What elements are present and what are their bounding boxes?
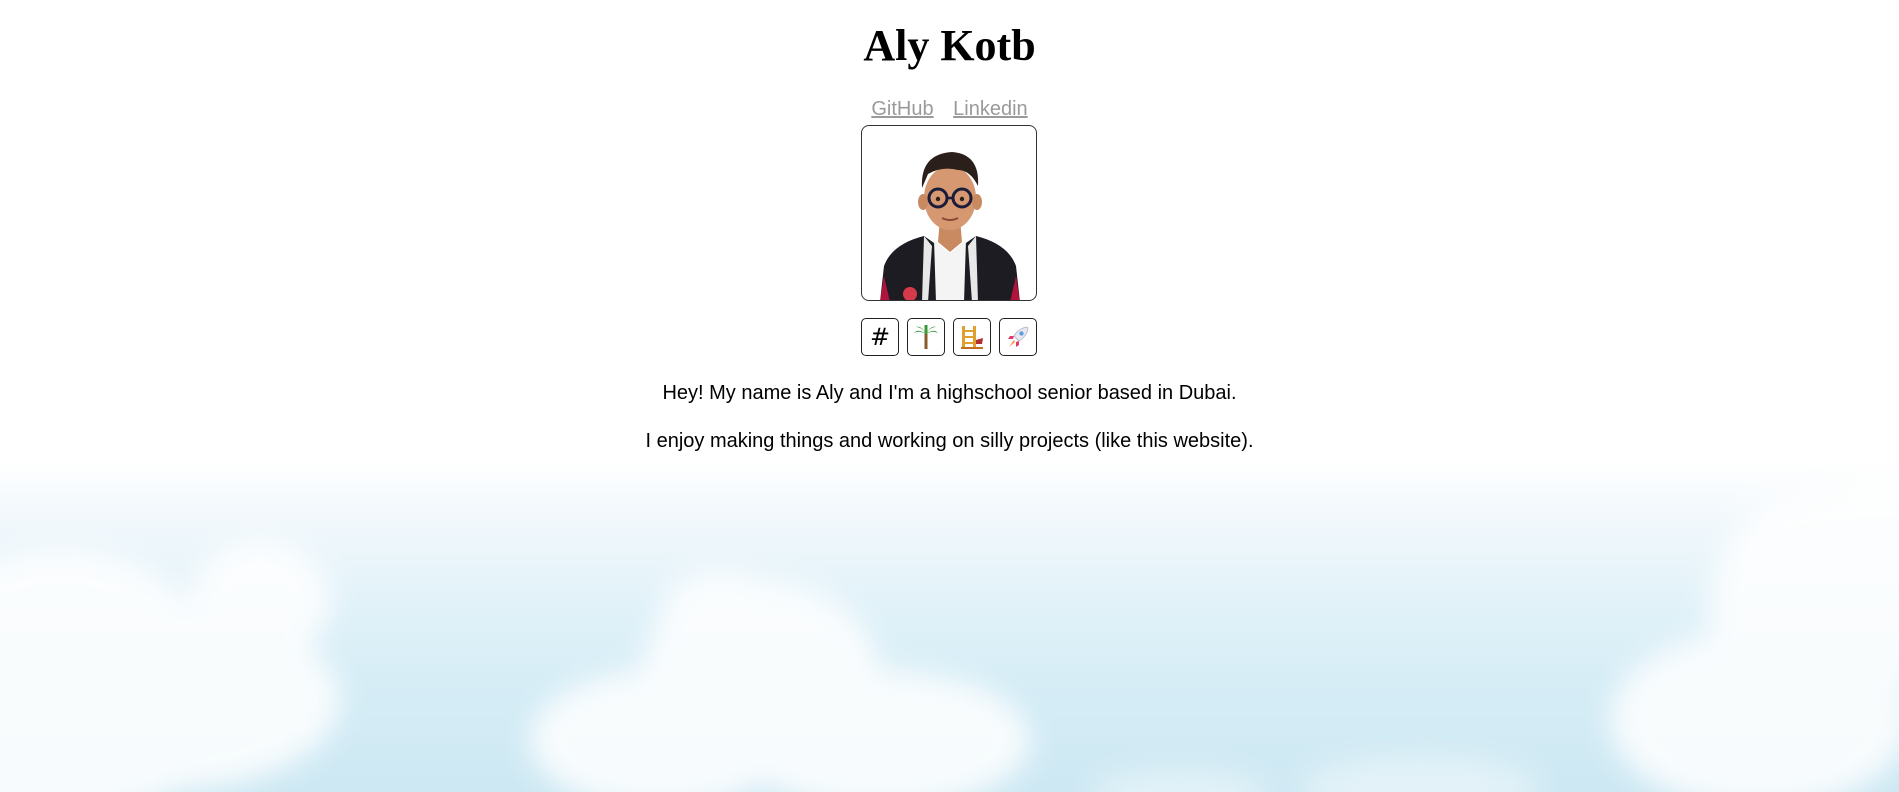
social-links: GitHub Linkedin [0,97,1899,121]
ladder-icon [961,326,983,349]
palm-tree-button[interactable] [907,318,945,356]
palm-tree-icon [914,325,938,349]
rocket-button[interactable] [999,318,1037,356]
page-title: Aly Kotb [863,21,1036,70]
github-link[interactable]: GitHub [871,98,933,120]
rocket-icon [1008,326,1029,347]
ladder-button[interactable] [953,318,991,356]
hash-icon: # [869,323,891,351]
profile-photo [861,125,1037,301]
icon-links-row: # [861,318,1039,358]
avatar-illustration [880,152,1020,300]
hash-icon-button[interactable]: # [861,318,899,356]
bio-intro: Hey! My name is Aly and I'm a highschool… [662,382,1237,404]
linkedin-link[interactable]: Linkedin [953,98,1028,120]
bio-hobbies: I enjoy making things and working on sil… [645,430,1254,452]
main-content: Aly Kotb GitHub Linkedin # Hey! My name … [0,0,1899,452]
